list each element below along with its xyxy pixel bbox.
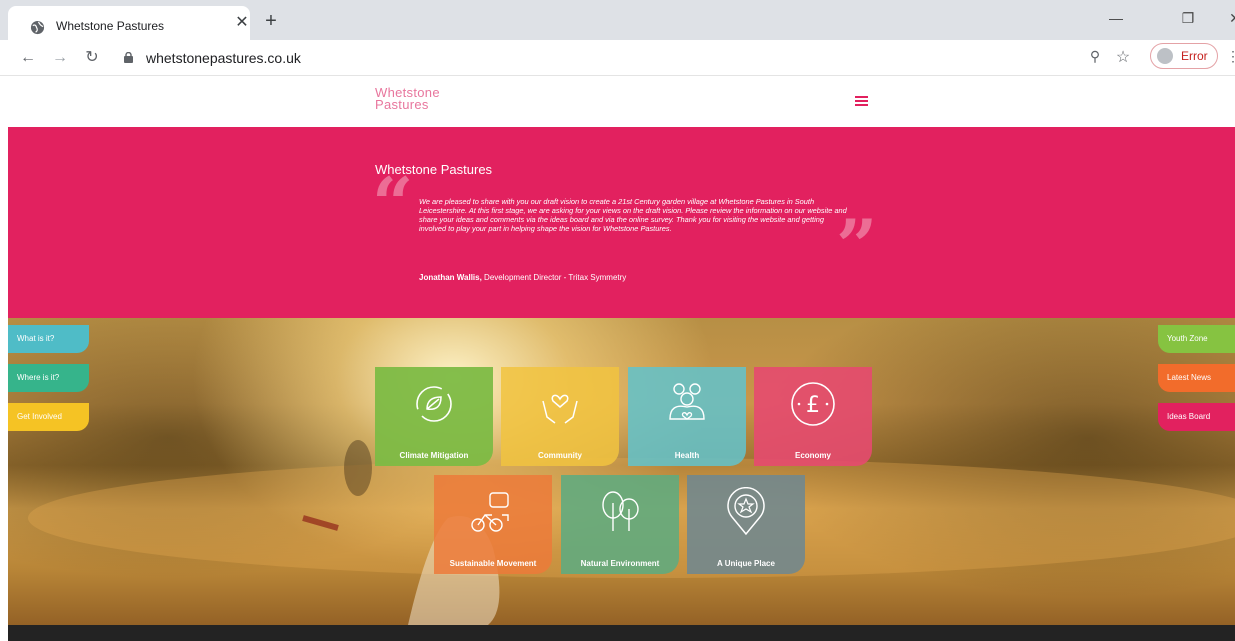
footer-bar [8,625,1235,641]
svg-text:£: £ [806,393,820,418]
lock-icon [124,52,133,63]
tile-natural-environment[interactable]: Natural Environment [561,475,679,574]
close-tab-icon[interactable]: ✕ [233,14,251,32]
tile-sustainable-movement[interactable]: Sustainable Movement [434,475,552,574]
star-pin-icon [727,487,765,536]
site-header [0,77,1235,127]
minimize-icon[interactable]: — [1106,10,1126,26]
menu-kebab-icon[interactable]: ⋮ [1226,48,1235,65]
globe-icon [30,20,45,35]
profile-label: Error [1181,49,1208,63]
side-tab-ideas-board[interactable]: Ideas Board [1158,403,1235,431]
side-tab-what-is-it[interactable]: What is it? [8,325,89,353]
tile-label: Natural Environment [580,559,660,568]
tile-label: Economy [794,451,831,460]
zoom-icon[interactable]: ⚲ [1086,48,1104,66]
pound-icon: £ [791,382,835,426]
avatar [1157,48,1173,64]
hands-heart-icon [542,394,578,424]
side-tab-latest-news[interactable]: Latest News [1158,364,1235,392]
hero-photo [8,318,1235,625]
recycle-leaf-icon [416,386,452,422]
tile-a-unique-place[interactable]: A Unique Place [687,475,805,574]
tile-label: Sustainable Movement [449,559,537,568]
quote-attribution: Jonathan Wallis, Development Director - … [419,273,626,282]
hamburger-menu-icon[interactable] [855,96,868,107]
tab-title: Whetstone Pastures [56,19,165,33]
reload-icon[interactable]: ↻ [82,48,102,68]
address-bar-row: ← → ↻ whetstonepastures.co.uk [0,40,1235,76]
forward-icon[interactable]: → [50,48,70,68]
browser-tab-bar: Whetstone Pastures ✕ + — ❐ ✕ [0,0,1235,40]
tile-economy[interactable]: £ Economy [754,367,872,466]
tile-community[interactable]: Community [501,367,619,466]
side-tab-youth-zone[interactable]: Youth Zone [1158,325,1235,353]
logo-line-2: Pastures [375,97,429,112]
bookmark-star-icon[interactable]: ☆ [1114,47,1132,66]
restore-icon[interactable]: ❐ [1178,10,1198,27]
url-text[interactable]: whetstonepastures.co.uk [146,50,301,66]
tile-label: Health [674,451,700,460]
side-tab-where-is-it[interactable]: Where is it? [8,364,89,392]
open-quote-icon: “ [372,161,414,246]
tile-label: Climate Mitigation [399,451,469,460]
browser-tab[interactable]: Whetstone Pastures ✕ [8,6,250,40]
attribution-role: Development Director - Tritax Symmetry [481,273,627,282]
attribution-name: Jonathan Wallis, [419,273,482,282]
tile-health[interactable]: Health [628,367,746,466]
people-heart-icon [669,383,705,420]
tile-label: Community [538,451,582,460]
site-logo[interactable]: Whetstone Pastures [375,86,440,112]
omnibox[interactable]: whetstonepastures.co.uk [113,45,1143,71]
trees-icon [602,491,639,531]
close-window-icon[interactable]: ✕ [1225,10,1235,27]
back-icon[interactable]: ← [18,48,38,68]
tile-climate-mitigation[interactable]: Climate Mitigation [375,367,493,466]
car-bike-icon [471,492,509,532]
hero-quote: We are pleased to share with you our dra… [419,197,847,233]
field-scene [28,440,1235,625]
new-tab-icon[interactable]: + [262,11,280,31]
side-tab-get-involved[interactable]: Get Involved [8,403,89,431]
tile-label: A Unique Place [717,559,775,568]
profile-button[interactable]: Error [1150,43,1218,69]
